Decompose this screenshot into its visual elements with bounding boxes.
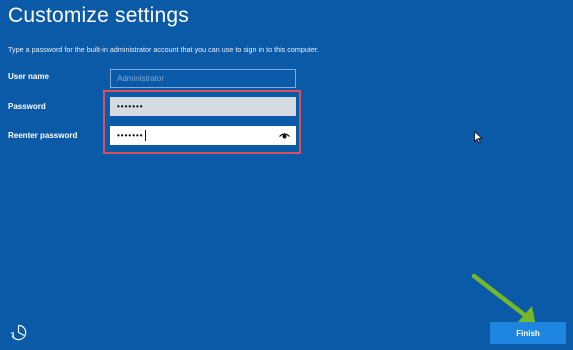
mouse-cursor-icon <box>474 131 483 144</box>
page-title: Customize settings <box>8 4 190 27</box>
ease-of-access-icon[interactable] <box>9 323 28 342</box>
setup-screen: Customize settings Type a password for t… <box>0 0 573 350</box>
page-description: Type a password for the built-in adminis… <box>8 45 319 54</box>
reenter-password-label: Reenter password <box>8 131 78 140</box>
username-field[interactable]: Administrator <box>110 69 296 88</box>
password-label: Password <box>8 102 46 111</box>
username-label: User name <box>8 72 49 81</box>
finish-button[interactable]: Finish <box>490 322 566 344</box>
annotation-highlight-box <box>103 90 301 154</box>
username-placeholder: Administrator <box>117 74 165 83</box>
